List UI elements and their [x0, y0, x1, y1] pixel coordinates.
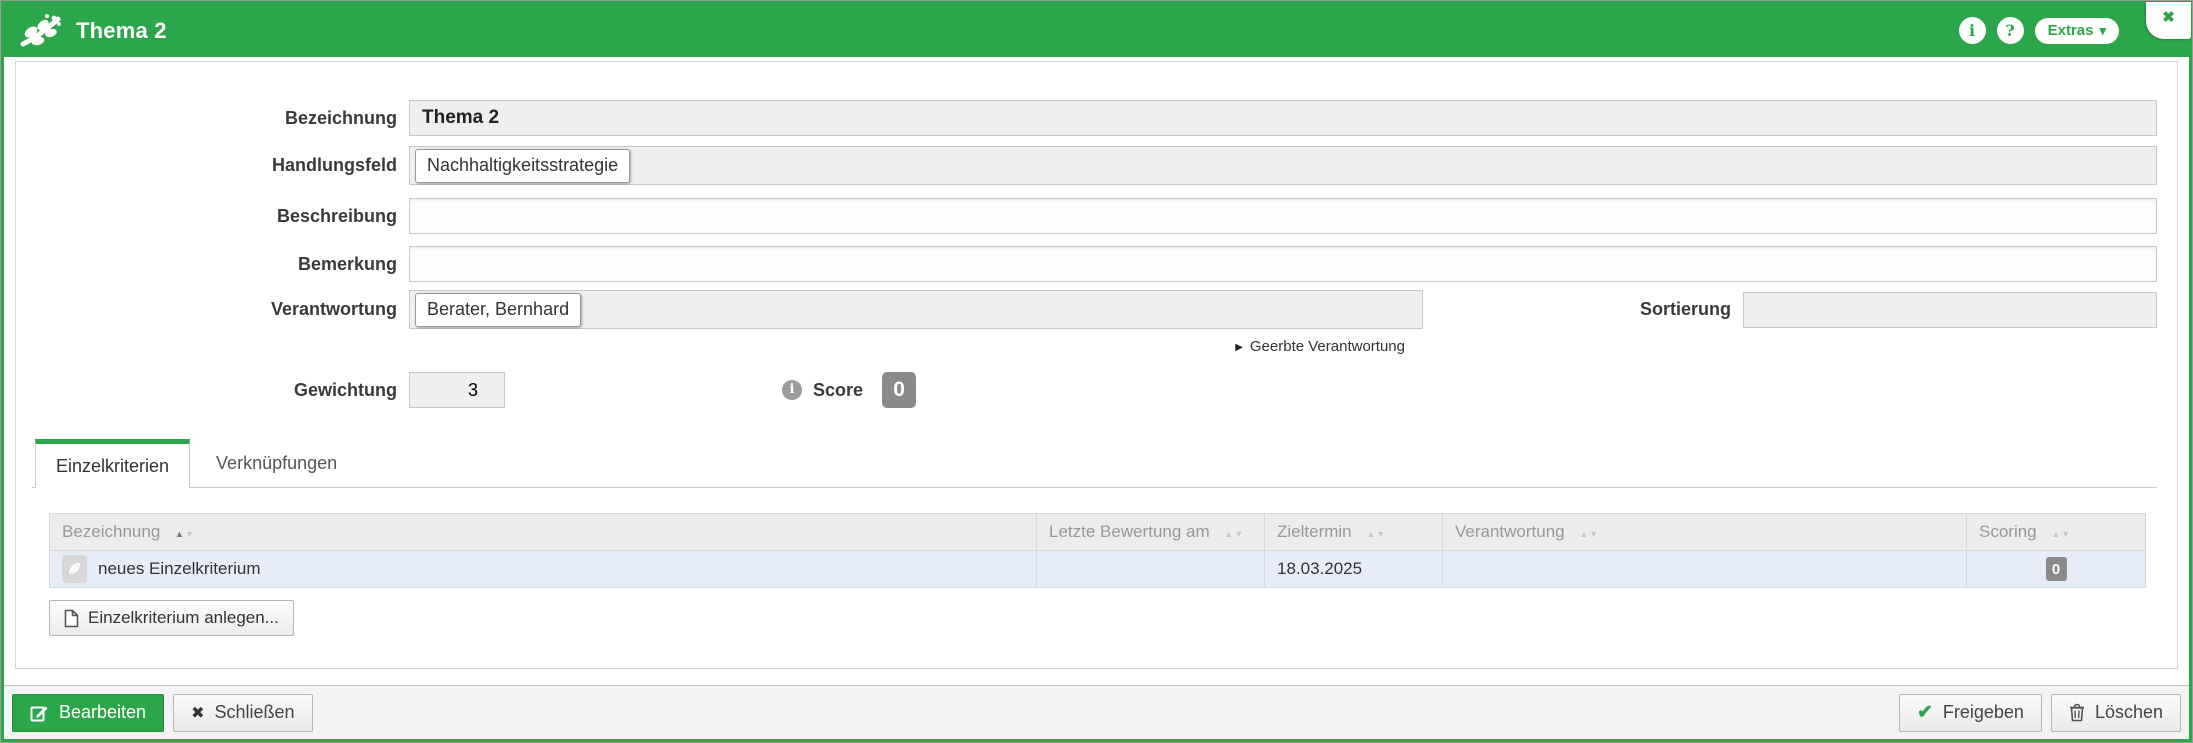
- bearbeiten-button[interactable]: Bearbeiten: [12, 693, 165, 732]
- titlebar-actions: Extras: [1958, 17, 2119, 44]
- sort-up-icon: [175, 529, 185, 539]
- tabstrip: Einzelkriterien Verknüpfungen: [32, 439, 2157, 488]
- caret-right-icon: [1235, 338, 1250, 355]
- column-header-scoring[interactable]: Scoring: [1966, 513, 2146, 551]
- info-circle-icon[interactable]: [1958, 17, 1986, 44]
- table-row[interactable]: neues Einzelkriterium 18.03.2025 0: [49, 550, 2146, 588]
- tab-einzelkriterien[interactable]: Einzelkriterien: [35, 439, 191, 488]
- form-row-gewichtung: Gewichtung Score 0: [32, 372, 2157, 408]
- verantwortung-chip[interactable]: Berater, Bernhard: [415, 292, 582, 327]
- footer-toolbar: Bearbeiten Schließen Freigeben: [4, 685, 2189, 739]
- titlebar: Thema 2 Extras: [4, 4, 2189, 57]
- row-verantwortung: [1442, 550, 1967, 588]
- form-row-handlungsfeld: Handlungsfeld Nachhaltigkeitsstrategie: [32, 146, 2157, 185]
- row-bezeichnung: neues Einzelkriterium: [98, 559, 261, 578]
- handlungsfeld-field: Nachhaltigkeitsstrategie: [409, 146, 2157, 185]
- row-scoring-badge: 0: [2045, 557, 2067, 581]
- einzelkriterien-table: Bezeichnung Letzte Bewertung am Zielterm…: [49, 513, 2146, 588]
- footer-right-actions: Freigeben Löschen: [1898, 693, 2181, 732]
- gewichtung-label: Gewichtung: [294, 379, 397, 400]
- row-letzte-bewertung: [1036, 550, 1265, 588]
- document-icon: [64, 609, 79, 627]
- sort-down-icon: [2061, 529, 2071, 539]
- score-label: Score: [813, 379, 864, 400]
- table-header-row: Bezeichnung Letzte Bewertung am Zielterm…: [49, 513, 2146, 551]
- bearbeiten-label: Bearbeiten: [59, 702, 147, 722]
- leaf-branch-icon: [20, 13, 61, 46]
- bemerkung-input[interactable]: [409, 246, 2157, 282]
- close-x-icon: [2162, 8, 2175, 27]
- sortierung-input[interactable]: [1743, 291, 2157, 328]
- caret-down-icon: [2099, 22, 2106, 39]
- loeschen-label: Löschen: [2094, 702, 2163, 722]
- extras-menu-button[interactable]: Extras: [2034, 17, 2119, 44]
- column-header-bezeichnung[interactable]: Bezeichnung: [49, 513, 1037, 551]
- form-row-beschreibung: Beschreibung: [32, 198, 2157, 234]
- form-row-inherited: Geerbte Verantwortung: [32, 338, 2157, 355]
- form-row-verantwortung: Verantwortung Berater, Bernhard Sortieru…: [32, 290, 2157, 329]
- sort-icons: [1224, 529, 1244, 539]
- form-row-bemerkung: Bemerkung: [32, 246, 2157, 282]
- bezeichnung-label: Bezeichnung: [284, 107, 397, 128]
- loeschen-button[interactable]: Löschen: [2050, 693, 2181, 732]
- sort-icons: [2051, 529, 2071, 539]
- beschreibung-input[interactable]: [409, 198, 2157, 234]
- content-panel: Bezeichnung Thema 2 Handlungsfeld Nachha…: [15, 61, 2178, 669]
- bezeichnung-field: Thema 2: [409, 100, 2157, 136]
- sort-icons: [1366, 529, 1386, 539]
- score-group: Score 0: [782, 372, 917, 408]
- dialog-window: Thema 2 Extras Bezeichnung Thema 2: [0, 0, 2193, 743]
- question-circle-icon[interactable]: [1996, 17, 2024, 44]
- x-mark-icon: [191, 702, 204, 723]
- anlegen-button-label: Einzelkriterium anlegen...: [88, 608, 279, 627]
- sort-up-icon: [1579, 529, 1589, 539]
- check-mark-icon: [1917, 701, 1933, 724]
- form-row-bezeichnung: Bezeichnung Thema 2: [32, 100, 2157, 136]
- pencil-square-icon: [30, 706, 48, 722]
- trash-icon: [2069, 703, 2084, 722]
- beschreibung-label: Beschreibung: [276, 205, 397, 226]
- freigeben-label: Freigeben: [1942, 702, 2024, 722]
- sort-down-icon: [1234, 529, 1244, 539]
- inherited-link-label: Geerbte Verantwortung: [1249, 338, 1405, 355]
- bezeichnung-value: Thema 2: [422, 107, 500, 128]
- row-zieltermin: 18.03.2025: [1264, 550, 1443, 588]
- handlungsfeld-chip[interactable]: Nachhaltigkeitsstrategie: [415, 148, 631, 183]
- sort-icons: [175, 529, 195, 539]
- bemerkung-label: Bemerkung: [297, 253, 397, 274]
- verantwortung-field: Berater, Bernhard: [409, 290, 1423, 329]
- page-title: Thema 2: [76, 17, 167, 43]
- sort-down-icon: [185, 529, 195, 539]
- sort-up-icon: [1224, 529, 1234, 539]
- handlungsfeld-label: Handlungsfeld: [272, 155, 397, 175]
- geerbte-verantwortung-toggle[interactable]: Geerbte Verantwortung: [409, 338, 1423, 355]
- sortierung-label: Sortierung: [1639, 299, 1731, 319]
- gewichtung-input[interactable]: [409, 372, 505, 408]
- column-header-letzte-bewertung[interactable]: Letzte Bewertung am: [1036, 513, 1265, 551]
- column-header-zieltermin[interactable]: Zieltermin: [1264, 513, 1443, 551]
- schliessen-button[interactable]: Schließen: [173, 693, 313, 732]
- score-badge: 0: [882, 372, 917, 408]
- sort-down-icon: [1589, 529, 1599, 539]
- sort-up-icon: [1366, 529, 1376, 539]
- dialog-body: Thema 2 Extras Bezeichnung Thema 2: [4, 2, 2191, 739]
- column-header-verantwortung[interactable]: Verantwortung: [1442, 513, 1967, 551]
- info-circle-icon: [782, 380, 802, 400]
- sort-icons: [1579, 529, 1599, 539]
- extras-label: Extras: [2047, 22, 2094, 39]
- freigeben-button[interactable]: Freigeben: [1898, 693, 2042, 732]
- leaf-document-icon: [62, 555, 87, 583]
- sort-up-icon: [2051, 529, 2061, 539]
- tab-verknuepfungen[interactable]: Verknüpfungen: [190, 439, 363, 487]
- close-window-button[interactable]: [2146, 2, 2191, 39]
- schliessen-label: Schließen: [214, 702, 295, 722]
- verantwortung-label: Verantwortung: [270, 299, 397, 319]
- einzelkriterium-anlegen-button[interactable]: Einzelkriterium anlegen...: [49, 600, 294, 636]
- sort-down-icon: [1376, 529, 1386, 539]
